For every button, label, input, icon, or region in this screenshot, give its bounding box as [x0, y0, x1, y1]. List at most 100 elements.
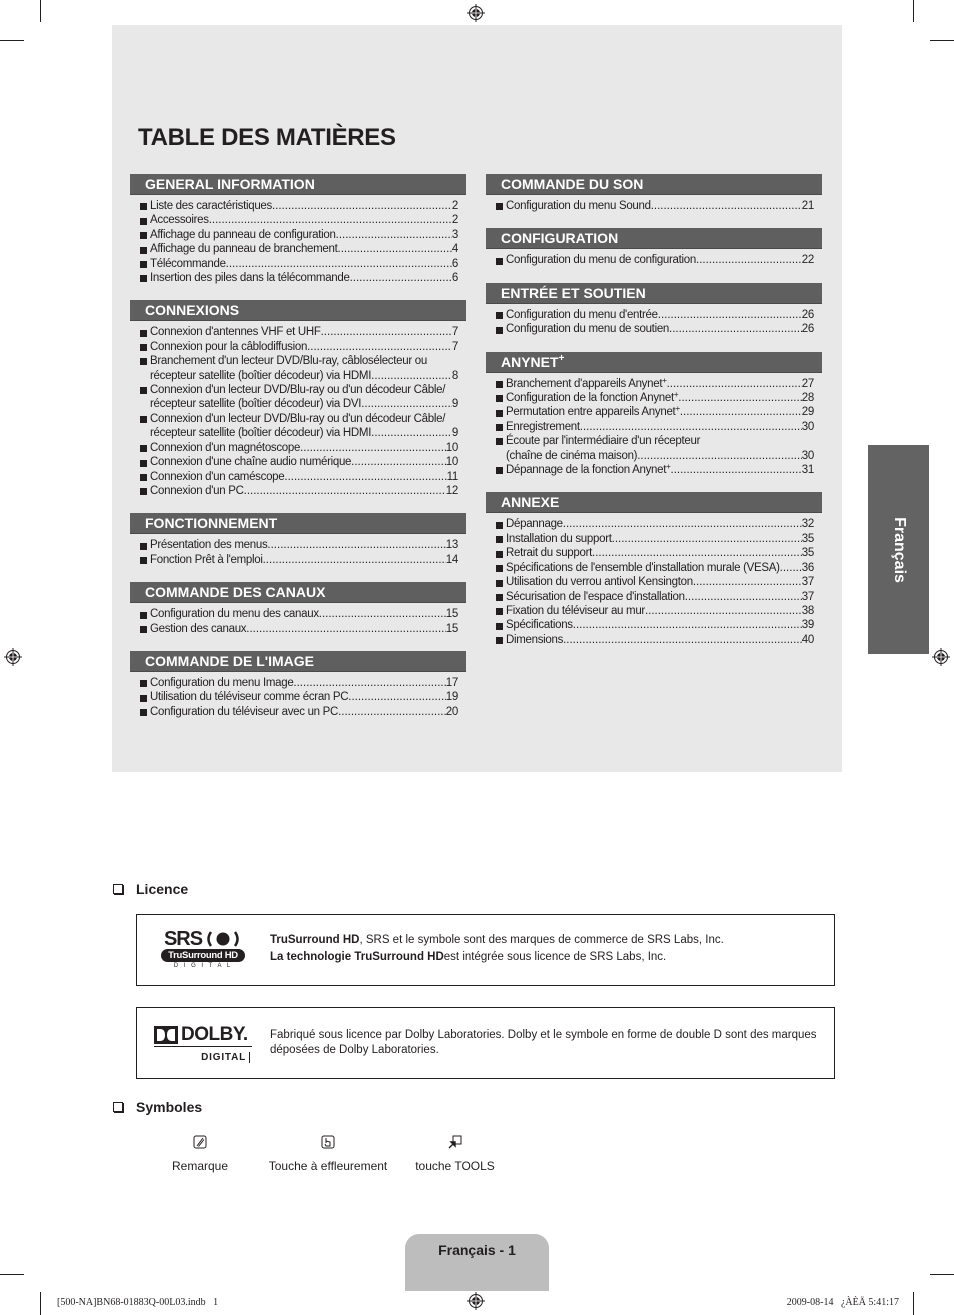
- toc-item[interactable]: Configuration du menu de soutien 26: [496, 322, 814, 336]
- toc-item-text: Configuration du menu de soutien: [506, 322, 669, 336]
- toc-section-heading[interactable]: FONCTIONNEMENT: [130, 513, 466, 535]
- toc-item-text: Configuration du menu des canaux: [150, 607, 319, 621]
- toc-item[interactable]: Connexion pour la câblodiffusion 7: [140, 340, 458, 354]
- toc-item[interactable]: Connexion d'un magnétoscope 10: [140, 441, 458, 455]
- toc-item[interactable]: Fixation du téléviseur au mur 38: [496, 604, 814, 618]
- toc-section-heading-label: COMMANDE DU SON: [501, 176, 644, 192]
- dot-leader: [226, 257, 452, 271]
- language-side-tab[interactable]: Français: [868, 445, 929, 654]
- toc-item[interactable]: Configuration du téléviseur avec un PC 20: [140, 705, 458, 719]
- toc-item-page: 15: [445, 608, 459, 621]
- toc-item[interactable]: Dimensions 40: [496, 633, 814, 647]
- toc-section-heading[interactable]: ENTRÉE ET SOUTIEN: [486, 282, 822, 304]
- toc-item[interactable]: Accessoires 2: [140, 213, 458, 227]
- toc-item[interactable]: Retrait du support 35: [496, 546, 814, 560]
- dot-leader: [371, 426, 452, 440]
- toc-item-text-label: Dépannage de la fonction Anynet: [506, 464, 667, 477]
- toc-item[interactable]: Branchement d'appareils Anynet+ 27: [496, 376, 814, 391]
- toc-right-column: COMMANDE DU SON Configuration du menu Sou…: [486, 174, 822, 662]
- square-bullet-icon: [496, 467, 503, 475]
- toc-item[interactable]: Écoute par l'intermédiaire d'un récepteu…: [496, 434, 814, 463]
- toc-item-page: 11: [446, 470, 459, 483]
- dot-leader: [669, 322, 802, 336]
- toc-item-text: Écoute par l'intermédiaire d'un récepteu…: [506, 435, 701, 448]
- toc-section-heading-label: ANNEXE: [501, 494, 560, 511]
- toc-item-page: 10: [445, 456, 459, 469]
- dot-leader: [685, 590, 802, 604]
- toc-item[interactable]: Connexion d'une chaîne audio numérique 10: [140, 455, 458, 469]
- toc-item[interactable]: Liste des caractéristiques 2: [140, 199, 458, 213]
- square-bullet-icon: [496, 257, 503, 265]
- toc-item-text: Configuration du menu d'entrée: [506, 308, 658, 322]
- square-bullet-icon: [140, 488, 147, 496]
- toc-section: GENERAL INFORMATION Liste des caractérist…: [130, 174, 466, 285]
- toc-item[interactable]: Enregistrement 30: [496, 420, 814, 434]
- toc-item-text: Insertion des piles dans la télécommande: [150, 271, 350, 285]
- toc-item-text-label: Utilisation du téléviseur comme écran PC: [150, 691, 349, 704]
- toc-item[interactable]: Connexion d'un caméscope 11: [140, 470, 458, 484]
- toc-item[interactable]: Télécommande 6: [140, 257, 458, 271]
- toc-item[interactable]: Dépannage de la fonction Anynet+ 31: [496, 463, 814, 477]
- crop-mark: [913, 1292, 914, 1315]
- toc-section-heading[interactable]: ANYNET+: [486, 351, 822, 373]
- toc-item-text-label: Configuration du menu de soutien: [506, 323, 670, 336]
- square-bullet-icon: [140, 217, 147, 225]
- toc-item[interactable]: Connexion d'un lecteur DVD/Blu-ray ou d'…: [140, 383, 458, 412]
- toc-item-page: 19: [445, 691, 459, 704]
- toc-item[interactable]: Présentation des menus 13: [140, 538, 458, 552]
- toc-item[interactable]: Connexion d'antennes VHF et UHF 7: [140, 325, 458, 339]
- toc-item[interactable]: Gestion des canaux 15: [140, 622, 458, 636]
- toc-item[interactable]: Utilisation du téléviseur comme écran PC…: [140, 690, 458, 704]
- toc-section: COMMANDE DES CANAUX Configuration du menu…: [130, 582, 466, 636]
- toc-item[interactable]: Configuration du menu des canaux 15: [140, 607, 458, 621]
- toc-item-text: Affichage du panneau de branchement: [150, 242, 338, 256]
- dot-leader: [348, 690, 446, 704]
- toc-item[interactable]: Dépannage 32: [496, 517, 814, 531]
- square-bullet-icon: [140, 473, 147, 481]
- toc-section-heading[interactable]: COMMANDE DU SON: [486, 174, 822, 195]
- toc-item[interactable]: Installation du support 35: [496, 532, 814, 546]
- toc-item[interactable]: Utilisation du verrou antivol Kensington…: [496, 575, 814, 589]
- toc-item[interactable]: Connexion d'un lecteur DVD/Blu-ray ou d'…: [140, 412, 458, 441]
- square-bullet-icon: [140, 680, 147, 688]
- toc-item[interactable]: Configuration de la fonction Anynet+ 28: [496, 391, 814, 405]
- srs-line1-bold: TruSurround HD: [270, 934, 360, 946]
- toc-item[interactable]: Configuration du menu Sound 21: [496, 199, 814, 213]
- dot-leader: [284, 470, 446, 484]
- toc-item-text-label: Accessoires: [150, 214, 209, 227]
- toc-section-heading[interactable]: CONFIGURATION: [486, 228, 822, 250]
- toc-item[interactable]: Configuration du menu d'entrée 26: [496, 308, 814, 322]
- toc-item-text-label: Installation du support: [506, 532, 612, 545]
- toc-item-text: Présentation des menus: [150, 538, 268, 552]
- dolby-line1: Fabriqué sous licence par Dolby Laborato…: [270, 1029, 817, 1041]
- toc-item[interactable]: Permutation entre appareils Anynet+ 29: [496, 405, 814, 419]
- toc-item[interactable]: Connexion d'un PC 12: [140, 484, 458, 498]
- toc-item[interactable]: Spécifications de l'ensemble d'installat…: [496, 561, 814, 575]
- toc-item-text-label: Fixation du téléviseur au mur: [506, 604, 645, 617]
- toc-section-heading[interactable]: GENERAL INFORMATION: [130, 174, 466, 195]
- toc-section-heading[interactable]: CONNEXIONS: [130, 300, 466, 322]
- toc-section-heading[interactable]: COMMANDE DE L'IMAGE: [130, 650, 466, 672]
- toc-item[interactable]: Branchement d'un lecteur DVD/Blu-ray, câ…: [140, 354, 458, 383]
- toc-item[interactable]: Sécurisation de l'espace d'installation 3…: [496, 590, 814, 604]
- dot-leader: [658, 308, 802, 322]
- toc-item[interactable]: Affichage du panneau de branchement 4: [140, 242, 458, 256]
- symbol-note-label: Remarque: [171, 1159, 229, 1173]
- toc-item[interactable]: Fonction Prêt à l'emploi 14: [140, 553, 458, 567]
- toc-item[interactable]: Configuration du menu de configuration 22: [496, 253, 814, 267]
- toc-section-heading[interactable]: ANNEXE: [486, 492, 822, 514]
- dot-leader: [350, 271, 452, 285]
- toc-item-text: Retrait du support: [506, 546, 592, 560]
- toc-item[interactable]: Spécifications 39: [496, 618, 814, 632]
- toc-item-text-label: Affichage du panneau de configuration: [150, 228, 336, 241]
- dot-leader: [267, 538, 445, 552]
- toc-item[interactable]: Configuration du menu Image 17: [140, 676, 458, 690]
- dot-leader: [246, 622, 446, 636]
- toc-item-text: Enregistrement: [506, 420, 580, 434]
- dot-leader: [693, 575, 802, 589]
- toc-item-list: Branchement d'appareils Anynet+27Configu…: [486, 373, 822, 478]
- toc-item[interactable]: Insertion des piles dans la télécommande…: [140, 271, 458, 285]
- toc-item-list: Configuration du menu Image17Utilisation…: [130, 672, 466, 719]
- toc-section-heading[interactable]: COMMANDE DES CANAUX: [130, 582, 466, 604]
- toc-item[interactable]: Affichage du panneau de configuration 3: [140, 228, 458, 242]
